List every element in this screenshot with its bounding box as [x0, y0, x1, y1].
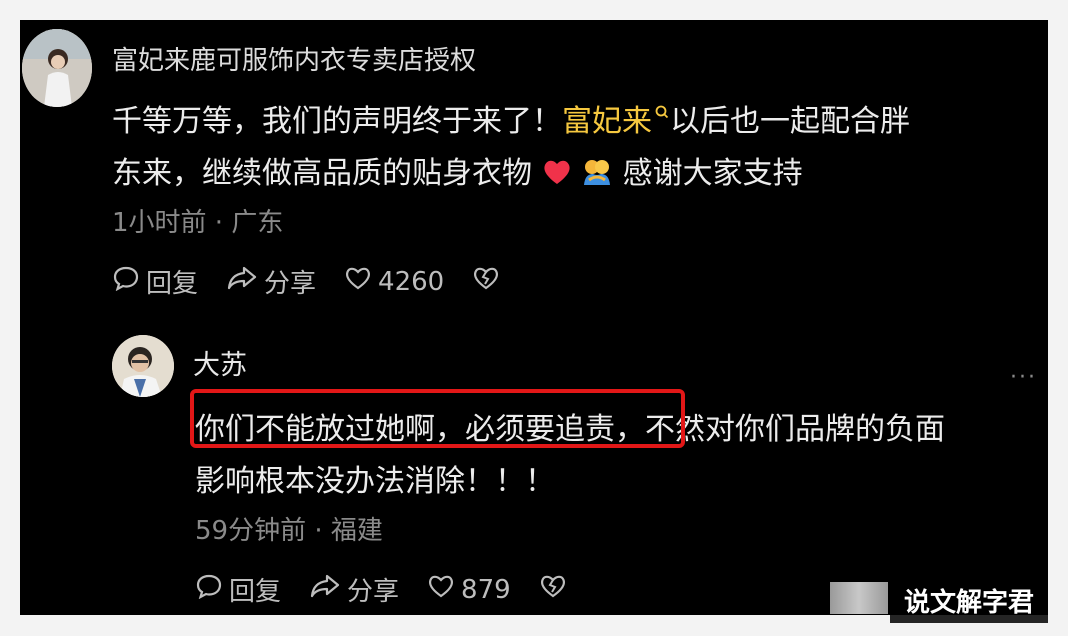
share-icon — [226, 265, 264, 298]
avatar[interactable] — [22, 29, 92, 107]
comment-text-line2: 东来，继续做高品质的贴身衣物 感谢大家支持 — [112, 148, 803, 192]
hugging-emoji-icon — [581, 156, 613, 191]
watermark: 说文解字君 — [890, 578, 1049, 623]
reply-author[interactable]: 大苏 — [193, 343, 247, 382]
reply-icon — [112, 265, 146, 298]
like-button[interactable]: 879 — [427, 573, 511, 606]
blurred-area — [830, 582, 888, 614]
reply-text-line2: 影响根本没办法消除！！！ — [195, 464, 555, 499]
broken-heart-icon — [539, 573, 573, 606]
comment-text: 千等万等，我们的声明终于来了！ — [112, 104, 562, 139]
reply-meta: 59分钟前 · 福建 — [195, 516, 383, 546]
dislike-button[interactable] — [472, 265, 506, 298]
share-icon — [309, 573, 347, 606]
reply-actions: 回复 分享 879 — [195, 571, 601, 608]
heart-outline-icon — [427, 573, 461, 606]
more-options-button[interactable]: ··· — [1010, 365, 1037, 390]
share-button[interactable]: 分享 — [309, 571, 399, 608]
reply-button[interactable]: 回复 — [195, 571, 281, 608]
comment-meta: 1小时前 · 广东 — [112, 208, 284, 238]
reply-label: 回复 — [229, 577, 282, 607]
comment-text: 感谢大家支持 — [622, 156, 803, 191]
search-icon[interactable] — [654, 96, 670, 131]
broken-heart-icon — [472, 265, 506, 298]
reply-label: 回复 — [146, 269, 199, 299]
highlight-box — [190, 389, 685, 448]
share-label: 分享 — [347, 577, 400, 607]
dislike-button[interactable] — [539, 573, 573, 606]
avatar[interactable] — [112, 335, 174, 397]
comment-text: 以后也一起配合胖 — [670, 104, 910, 139]
comment-text-line1: 千等万等，我们的声明终于来了！富妃来 以后也一起配合胖 — [112, 96, 910, 140]
like-count: 879 — [461, 574, 511, 605]
comment-author[interactable]: 富妃来鹿可服饰内衣专卖店授权 — [112, 40, 476, 77]
red-heart-emoji-icon — [542, 156, 572, 191]
heart-outline-icon — [344, 265, 378, 298]
comment-actions: 回复 分享 4260 — [112, 263, 534, 300]
like-count: 4260 — [378, 266, 445, 297]
reply-icon — [195, 573, 229, 606]
reply-text: 不然对你们品牌的负面 — [645, 412, 945, 447]
comment-screen: 富妃来鹿可服饰内衣专卖店授权 千等万等，我们的声明终于来了！富妃来 以后也一起配合… — [20, 20, 1048, 615]
reply-button[interactable]: 回复 — [112, 263, 198, 300]
brand-link[interactable]: 富妃来 — [562, 104, 652, 139]
like-button[interactable]: 4260 — [344, 265, 444, 298]
share-button[interactable]: 分享 — [226, 263, 316, 300]
comment-text: 东来，继续做高品质的贴身衣物 — [112, 156, 532, 191]
share-label: 分享 — [264, 269, 317, 299]
